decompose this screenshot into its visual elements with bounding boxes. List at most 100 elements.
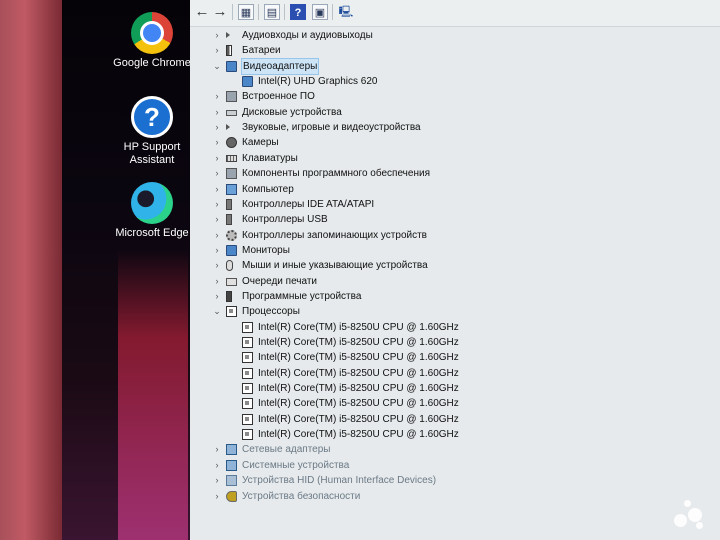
tree-item-label: Intel(R) Core(TM) i5-8250U CPU @ 1.60GHz — [258, 413, 459, 425]
camera-icon — [226, 137, 237, 149]
tree-item-label: Контроллеры USB — [242, 214, 328, 226]
chevron-right-icon[interactable]: › — [212, 89, 222, 104]
chevron-right-icon[interactable]: › — [212, 442, 222, 457]
toolbar-separator — [284, 4, 285, 20]
tree-item-label: Очереди печати — [242, 275, 318, 287]
properties-button[interactable]: ▦ — [238, 4, 254, 20]
tree-category[interactable]: › Компьютер — [212, 182, 690, 197]
toolbar-separator — [232, 4, 233, 20]
chevron-right-icon[interactable]: › — [212, 258, 222, 273]
storage-controller-icon — [226, 229, 237, 241]
tree-category[interactable]: › Клавиатуры — [212, 151, 690, 166]
update-driver-icon: ▤ — [266, 7, 278, 19]
tree-device[interactable]: Intel(R) Core(TM) i5-8250U CPU @ 1.60GHz — [242, 320, 690, 335]
software-device-icon — [226, 290, 232, 302]
chevron-right-icon[interactable]: › — [212, 182, 222, 197]
tree-category[interactable]: ⌄ Процессоры — [212, 304, 690, 319]
tree-category[interactable]: › Контроллеры USB — [212, 212, 690, 227]
tree-category[interactable]: › Компоненты программного обеспечения — [212, 166, 690, 181]
tree-item-label: Intel(R) Core(TM) i5-8250U CPU @ 1.60GHz — [258, 383, 459, 395]
desktop-icon-edge[interactable]: Microsoft Edge — [112, 182, 190, 240]
processor-icon — [242, 321, 253, 333]
processor-icon — [242, 337, 253, 348]
help-button[interactable]: ? — [290, 4, 306, 20]
tree-category[interactable]: ⌄ Видеоадаптеры — [212, 57, 690, 75]
tree-device[interactable]: Intel(R) Core(TM) i5-8250U CPU @ 1.60GHz — [242, 396, 690, 411]
tree-device[interactable]: Intel(R) Core(TM) i5-8250U CPU @ 1.60GHz — [242, 335, 690, 350]
tree-device[interactable]: Intel(R) Core(TM) i5-8250U CPU @ 1.60GHz — [242, 366, 690, 381]
printer-icon — [226, 277, 237, 286]
chevron-right-icon[interactable]: › — [212, 243, 222, 258]
tree-category[interactable]: › Встроенное ПО — [212, 89, 690, 104]
chevron-right-icon[interactable]: › — [212, 212, 222, 227]
tree-category[interactable]: › Батареи — [212, 43, 690, 58]
tree-category[interactable]: › Мониторы — [212, 243, 690, 258]
tree-category[interactable]: › Мыши и иные указывающие устройства — [212, 258, 690, 273]
scan-hardware-button[interactable]: 🖳 — [338, 4, 354, 20]
chevron-right-icon[interactable]: › — [212, 197, 222, 212]
back-button[interactable]: ← — [194, 4, 210, 20]
chevron-right-icon[interactable]: › — [212, 458, 222, 473]
tree-category[interactable]: › Дисковые устройства — [212, 105, 690, 120]
chevron-right-icon[interactable]: › — [212, 473, 222, 488]
software-component-icon — [226, 168, 237, 180]
tree-item-label: Intel(R) UHD Graphics 620 — [258, 76, 378, 88]
desktop-icon-hp-support[interactable]: ? HP Support Assistant — [112, 96, 190, 167]
desktop-icon-label: Microsoft Edge — [115, 227, 189, 239]
computer-icon — [226, 183, 237, 195]
tree-category[interactable]: › Сетевые адаптеры — [212, 442, 690, 457]
chevron-right-icon[interactable]: › — [212, 43, 222, 58]
tree-device[interactable]: Intel(R) Core(TM) i5-8250U CPU @ 1.60GHz — [242, 412, 690, 427]
tree-device[interactable]: Intel(R) Core(TM) i5-8250U CPU @ 1.60GHz — [242, 381, 690, 396]
tree-device[interactable]: Intel(R) Core(TM) i5-8250U CPU @ 1.60GHz — [242, 350, 690, 365]
tree-category[interactable]: › Программные устройства — [212, 289, 690, 304]
tree-category[interactable]: › Очереди печати — [212, 274, 690, 289]
chevron-right-icon[interactable]: › — [212, 228, 222, 243]
disk-icon — [226, 109, 237, 116]
tree-category[interactable]: › Устройства HID (Human Interface Devices… — [212, 473, 690, 488]
chevron-right-icon[interactable]: › — [212, 120, 222, 135]
forward-button[interactable]: → — [212, 4, 228, 20]
tree-item-label: Intel(R) Core(TM) i5-8250U CPU @ 1.60GHz — [258, 352, 459, 364]
device-manager-window: ← → ▦ ▤ ? ▣ 🖳 › Аудиовходы и аудиовыходы ›… — [190, 0, 720, 540]
chevron-right-icon[interactable]: › — [212, 135, 222, 150]
tree-item-label: Встроенное ПО — [242, 91, 315, 103]
chevron-right-icon[interactable]: › — [212, 489, 222, 504]
processor-icon — [242, 429, 253, 441]
processor-icon — [242, 352, 253, 364]
chevron-right-icon[interactable]: › — [212, 166, 222, 181]
wallpaper-streak — [118, 250, 188, 540]
tree-category[interactable]: › Камеры — [212, 135, 690, 150]
chevron-right-icon[interactable]: › — [212, 289, 222, 304]
tree-category[interactable]: › Контроллеры запоминающих устройств — [212, 228, 690, 243]
tree-device[interactable]: Intel(R) UHD Graphics 620 — [242, 74, 690, 89]
properties-icon: ▦ — [240, 7, 252, 19]
ide-controller-icon — [226, 198, 232, 210]
tree-category[interactable]: › Аудиовходы и аудиовыходы — [212, 28, 690, 43]
tree-item-label: Системные устройства — [242, 459, 350, 471]
chevron-right-icon[interactable]: › — [212, 28, 222, 43]
tree-device[interactable]: Intel(R) Core(TM) i5-8250U CPU @ 1.60GHz — [242, 427, 690, 442]
tree-category[interactable]: › Контроллеры IDE ATA/ATAPI — [212, 197, 690, 212]
monitor-bezel — [0, 0, 62, 540]
view-button[interactable]: ▣ — [312, 4, 328, 20]
desktop-icon-chrome[interactable]: Google Chrome — [112, 12, 190, 70]
tree-item-label: Программные устройства — [242, 290, 362, 302]
keyboard-icon — [226, 154, 237, 162]
tree-category[interactable]: › Звуковые, игровые и видеоустройства — [212, 120, 690, 135]
tree-item-label: Компоненты программного обеспечения — [242, 168, 430, 180]
update-driver-button[interactable]: ▤ — [264, 4, 280, 20]
tree-item-label: Батареи — [242, 45, 281, 57]
chevron-right-icon[interactable]: › — [212, 151, 222, 166]
tree-item-label: Звуковые, игровые и видеоустройства — [242, 122, 421, 134]
monitor-icon — [226, 244, 237, 256]
chevron-down-icon[interactable]: ⌄ — [212, 59, 222, 74]
desktop-icon-label: Google Chrome — [113, 57, 190, 69]
desktop-background: Google Chrome ? HP Support Assistant Mic… — [0, 0, 190, 540]
chevron-down-icon[interactable]: ⌄ — [212, 304, 222, 319]
toolbar-separator — [258, 4, 259, 20]
tree-category[interactable]: › Системные устройства — [212, 458, 690, 473]
chevron-right-icon[interactable]: › — [212, 105, 222, 120]
tree-category[interactable]: › Устройства безопасности — [212, 489, 690, 504]
chevron-right-icon[interactable]: › — [212, 274, 222, 289]
